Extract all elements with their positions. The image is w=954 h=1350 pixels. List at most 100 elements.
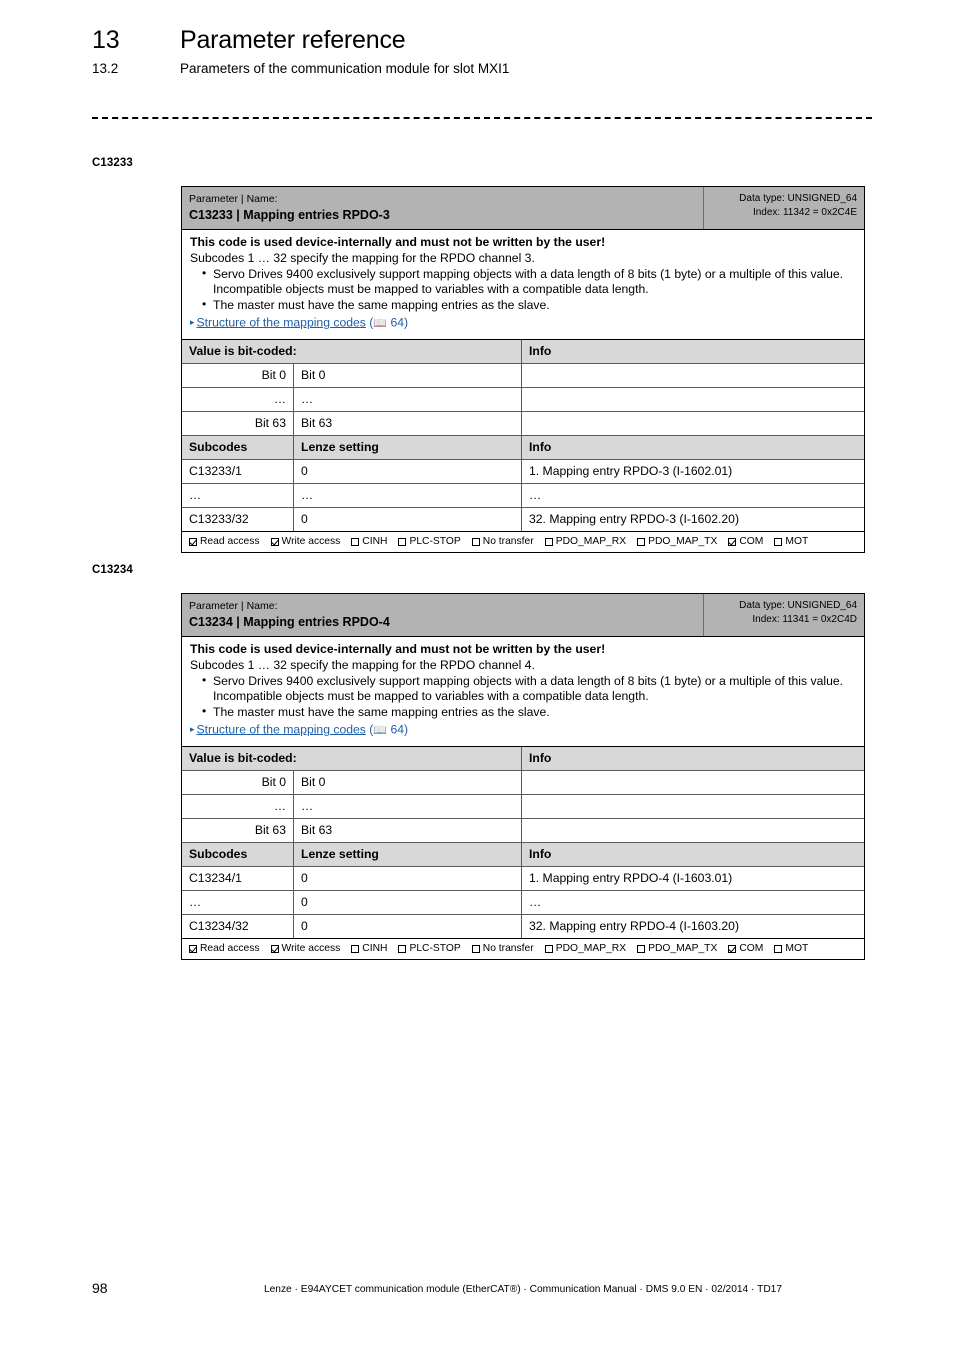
access-attribute-label: Write access [281, 943, 341, 955]
checkbox-checked-icon[interactable] [189, 945, 197, 954]
access-attribute-label: CINH [362, 943, 388, 955]
access-attribute-label: No transfer [482, 943, 534, 955]
checkbox-unchecked-icon[interactable] [471, 538, 480, 547]
cross-reference-page-number: 64 [390, 722, 405, 737]
header-divider [92, 117, 872, 119]
parameter-description: This code is used device-internally and … [182, 637, 864, 748]
bit-info-cell [522, 819, 864, 842]
parameter-table-header: Parameter | Name: C13234 | Mapping entrie… [182, 594, 864, 637]
parameter-name: C13234 | Mapping entries RPDO-4 [189, 615, 390, 629]
checkbox-unchecked-icon[interactable] [544, 945, 553, 954]
checkbox-unchecked-icon[interactable] [544, 538, 553, 547]
subcode-table-col-header: Info [529, 440, 552, 455]
access-attribute[interactable]: Write access [270, 942, 341, 956]
access-attribute[interactable]: No transfer [471, 942, 534, 956]
bit-table-row: Bit 63 Bit 63 [182, 819, 864, 844]
access-attribute[interactable]: Read access [189, 942, 260, 956]
access-attribute[interactable]: COM [728, 942, 763, 956]
bit-table-col-header: Info [529, 344, 552, 359]
checkbox-unchecked-icon[interactable] [774, 945, 783, 954]
checkbox-unchecked-icon[interactable] [637, 538, 646, 547]
access-attribute[interactable]: MOT [774, 535, 808, 549]
subcode-table-col-header: Lenze setting [294, 436, 522, 460]
checkbox-checked-icon[interactable] [189, 538, 197, 547]
bit-number-cell: … [182, 795, 294, 819]
bit-label-cell: … [294, 388, 522, 412]
access-attribute[interactable]: PLC-STOP [398, 535, 461, 549]
checkbox-unchecked-icon[interactable] [351, 538, 360, 547]
access-attribute[interactable]: MOT [774, 942, 808, 956]
subcode-table-row: C13233/1 0 1. Mapping entry RPDO-3 (I-1602… [182, 460, 864, 485]
description-warning: This code is used device-internally and … [190, 235, 606, 249]
bit-info-cell [522, 388, 864, 411]
access-attribute[interactable]: No transfer [471, 535, 534, 549]
description-intro: Subcodes 1 … 32 specify the mapping for … [190, 657, 535, 672]
access-attribute[interactable]: PDO_MAP_TX [637, 535, 717, 549]
access-attribute-label: Read access [200, 943, 260, 955]
checkbox-checked-icon[interactable] [270, 945, 279, 954]
subcode-cell: C13234/32 [182, 915, 294, 939]
description-bullet: Servo Drives 9400 exclusively support ma… [198, 673, 856, 706]
bit-table-col-header: Value is bit-coded: [182, 747, 522, 771]
subcode-info-cell: … [529, 488, 542, 503]
bit-table-col-header: Info [529, 751, 552, 766]
subcode-cell: C13233/32 [182, 508, 294, 532]
lenze-setting-cell: 0 [294, 867, 522, 891]
checkbox-unchecked-icon[interactable] [774, 538, 783, 547]
access-attribute[interactable]: PDO_MAP_RX [544, 942, 626, 956]
checkbox-checked-icon[interactable] [728, 538, 737, 547]
description-bullet: Servo Drives 9400 exclusively support ma… [198, 266, 856, 299]
checkbox-checked-icon[interactable] [270, 538, 279, 547]
access-attribute[interactable]: CINH [351, 535, 387, 549]
parameter-identity: Parameter | Name: C13233 | Mapping entrie… [182, 187, 704, 229]
subcode-table-row: ……… [182, 484, 864, 509]
subcode-cell: … [182, 484, 294, 508]
bit-label-cell: Bit 63 [294, 412, 522, 436]
chapter-title: Parameter reference [180, 26, 406, 54]
access-attribute-label: COM [739, 943, 764, 955]
checkbox-unchecked-icon[interactable] [637, 945, 646, 954]
checkbox-unchecked-icon[interactable] [398, 538, 407, 547]
access-attribute[interactable]: PDO_MAP_TX [637, 942, 717, 956]
cross-reference-link[interactable]: Structure of the mapping codes [197, 722, 366, 736]
bit-table-header-row: Value is bit-coded: Info [182, 747, 864, 772]
access-attribute[interactable]: Read access [189, 535, 260, 549]
subcode-cell: C13233/1 [182, 460, 294, 484]
parameter-identity: Parameter | Name: C13234 | Mapping entrie… [182, 594, 704, 636]
cross-reference[interactable]: ▸ Structure of the mapping codes (📖 64) [190, 722, 856, 739]
cross-reference-link[interactable]: Structure of the mapping codes [197, 315, 366, 329]
triangle-right-icon: ▸ [190, 316, 195, 327]
access-attribute[interactable]: PLC-STOP [398, 942, 461, 956]
bit-number-cell: Bit 0 [182, 771, 294, 795]
bit-label-cell: … [294, 795, 522, 819]
cross-reference[interactable]: ▸ Structure of the mapping codes (📖 64) [190, 315, 856, 332]
bit-number-cell: Bit 0 [182, 364, 294, 388]
access-attribute[interactable]: Write access [270, 535, 340, 549]
access-attribute[interactable]: CINH [351, 942, 387, 956]
subcode-table-row: C13233/32 0 32. Mapping entry RPDO-3 (I-16… [182, 508, 864, 533]
checkbox-unchecked-icon[interactable] [398, 945, 407, 954]
checkbox-unchecked-icon[interactable] [471, 945, 480, 954]
bit-table-col-header: Value is bit-coded: [182, 340, 522, 364]
section-number: 13.2 [92, 61, 119, 76]
description-bullet: The master must have the same mapping en… [198, 704, 856, 721]
access-attribute-label: PDO_MAP_RX [555, 536, 627, 548]
subcode-info-cell: 1. Mapping entry RPDO-3 (I-1602.01) [529, 464, 733, 479]
subcode-table-row: … 0… [182, 891, 864, 916]
bit-info-cell [522, 412, 864, 435]
access-attributes-legend: Read access Write access CINH PLC-STOP No tr… [182, 939, 864, 959]
subcode-cell: C13234/1 [182, 867, 294, 891]
subcode-table-col-header: Lenze setting [294, 843, 522, 867]
section-line: 13.2 Parameters of the communication mod… [92, 61, 872, 76]
bit-info-cell [522, 771, 864, 794]
parameter-meta: Data type: UNSIGNED_64 Index: 11342 = 0x2… [704, 187, 864, 229]
parameter-meta: Data type: UNSIGNED_64 Index: 11341 = 0x2… [704, 594, 864, 636]
access-attribute[interactable]: PDO_MAP_RX [544, 535, 627, 549]
parameter-data-type: Data type: UNSIGNED_64 [739, 600, 857, 611]
bit-table-header-row: Value is bit-coded: Info [182, 340, 864, 365]
access-attribute[interactable]: COM [728, 535, 763, 549]
bit-number-cell: … [182, 388, 294, 412]
parameter-kicker-label: Parameter | Name: [189, 193, 278, 205]
checkbox-checked-icon[interactable] [728, 945, 737, 954]
checkbox-unchecked-icon[interactable] [351, 945, 360, 954]
